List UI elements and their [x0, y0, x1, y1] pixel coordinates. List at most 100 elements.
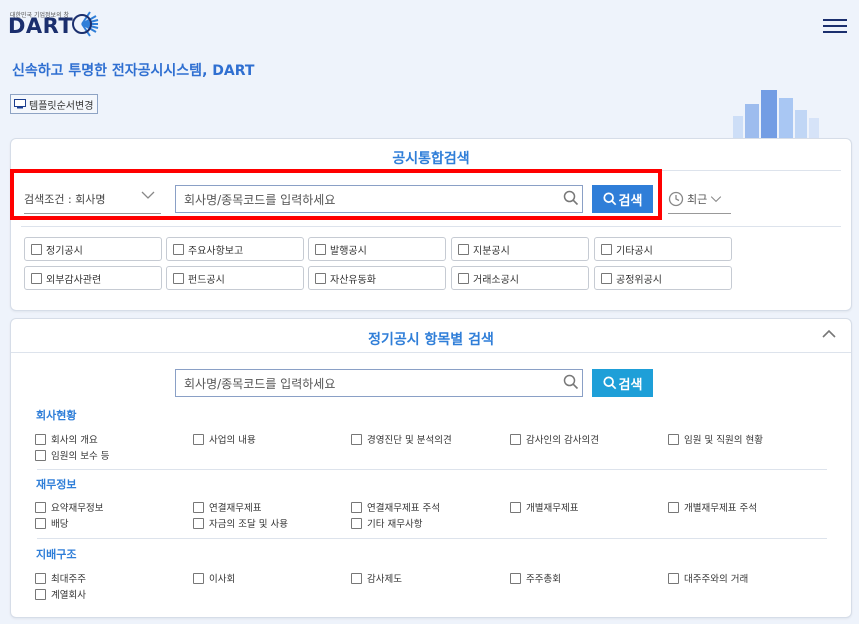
search-button-label: 검색 — [618, 193, 643, 209]
item-checkbox[interactable]: 개별재무제표 — [510, 500, 578, 514]
item-label: 개별재무제표 — [526, 503, 579, 514]
company-search-input[interactable]: 회사명/종목코드를 입력하세요 — [175, 185, 583, 213]
item-label: 이사회 — [209, 574, 236, 585]
periodic-search-placeholder: 회사명/종목코드를 입력하세요 — [184, 376, 336, 391]
item-checkbox[interactable]: 임원의 보수 등 — [35, 448, 109, 462]
search-condition-select[interactable]: 검색조건 : 회사명 — [24, 185, 161, 214]
category-checkbox[interactable]: 정기공시 — [24, 237, 162, 261]
item-checkbox[interactable]: 주주총회 — [510, 571, 561, 585]
periodic-search-input[interactable]: 회사명/종목코드를 입력하세요 — [175, 369, 583, 397]
checkbox-icon — [351, 517, 362, 529]
item-checkbox[interactable]: 임원 및 직원의 현황 — [668, 432, 763, 446]
item-checkbox[interactable]: 회사의 개요 — [35, 432, 98, 446]
item-checkbox[interactable]: 대주주와의 거래 — [668, 571, 748, 585]
item-checkbox[interactable]: 감사인의 감사의견 — [510, 432, 599, 446]
checkbox-icon — [31, 243, 42, 255]
checkbox-icon — [35, 517, 46, 529]
item-checkbox[interactable]: 개별재무제표 주석 — [668, 500, 757, 514]
periodic-search-button[interactable]: 검색 — [592, 369, 653, 397]
checkbox-icon — [193, 433, 204, 445]
divider — [37, 538, 827, 539]
category-checkbox[interactable]: 외부감사관련 — [24, 266, 162, 290]
item-checkbox[interactable]: 요약재무정보 — [35, 500, 103, 514]
recent-label: 최근 — [687, 193, 708, 206]
chevron-up-icon[interactable] — [821, 328, 837, 340]
dart-logo[interactable]: DART — [8, 14, 73, 38]
item-label: 사업의 내용 — [209, 435, 256, 446]
item-checkbox[interactable]: 배당 — [35, 516, 68, 530]
checkbox-icon — [31, 272, 42, 284]
checkbox-icon — [35, 501, 46, 513]
item-label: 연결재무제표 — [209, 503, 262, 514]
category-label: 공정위공시 — [616, 274, 662, 286]
chevron-down-icon — [711, 196, 722, 203]
item-label: 기타 재무사항 — [367, 519, 423, 530]
item-label: 최대주주 — [51, 574, 86, 585]
checkbox-icon — [315, 272, 326, 284]
item-label: 임원의 보수 등 — [51, 451, 110, 462]
checkbox-icon — [193, 517, 204, 529]
item-label: 감사인의 감사의견 — [526, 435, 599, 446]
category-checkbox[interactable]: 주요사항보고 — [166, 237, 304, 261]
checkbox-icon — [510, 501, 521, 513]
search-icon — [602, 376, 616, 390]
category-checkbox[interactable]: 거래소공시 — [451, 266, 589, 290]
divider — [37, 469, 827, 470]
checkbox-icon — [601, 272, 612, 284]
item-label: 배당 — [51, 519, 69, 530]
category-label: 자산유동화 — [330, 274, 376, 286]
checkbox-icon — [173, 272, 184, 284]
checkbox-icon — [35, 449, 46, 461]
checkbox-icon — [35, 572, 46, 584]
hamburger-menu-icon[interactable] — [823, 19, 847, 35]
checkbox-icon — [35, 433, 46, 445]
category-checkbox[interactable]: 자산유동화 — [308, 266, 446, 290]
item-label: 임원 및 직원의 현황 — [684, 435, 763, 446]
category-checkbox[interactable]: 기타공시 — [594, 237, 732, 261]
item-checkbox[interactable]: 감사제도 — [351, 571, 402, 585]
item-label: 회사의 개요 — [51, 435, 98, 446]
category-label: 지분공시 — [473, 245, 510, 257]
category-label: 정기공시 — [46, 245, 83, 257]
category-checkbox[interactable]: 지분공시 — [451, 237, 589, 261]
checkbox-icon — [601, 243, 612, 255]
checkbox-icon — [351, 501, 362, 513]
item-checkbox[interactable]: 기타 재무사항 — [351, 516, 422, 530]
category-label: 주요사항보고 — [188, 245, 244, 257]
section-title-company: 회사현황 — [36, 409, 77, 422]
checkbox-icon — [668, 572, 679, 584]
divider — [21, 226, 841, 227]
clock-icon — [668, 191, 684, 207]
item-checkbox[interactable]: 연결재무제표 — [193, 500, 261, 514]
periodic-search-title: 정기공시 항목별 검색 — [368, 332, 494, 348]
checkbox-icon — [351, 572, 362, 584]
item-label: 경영진단 및 분석의견 — [367, 435, 452, 446]
item-label: 대주주와의 거래 — [684, 574, 749, 585]
search-icon[interactable] — [563, 374, 579, 390]
monitor-icon — [14, 99, 26, 109]
section-title-governance: 지배구조 — [36, 548, 77, 561]
item-checkbox[interactable]: 자금의 조달 및 사용 — [193, 516, 288, 530]
category-checkbox[interactable]: 발행공시 — [308, 237, 446, 261]
checkbox-icon — [668, 501, 679, 513]
item-checkbox[interactable]: 이사회 — [193, 571, 235, 585]
category-checkbox[interactable]: 펀드공시 — [166, 266, 304, 290]
checkbox-icon — [193, 501, 204, 513]
search-button[interactable]: 검색 — [592, 185, 653, 213]
item-checkbox[interactable]: 연결재무제표 주석 — [351, 500, 440, 514]
template-order-label: 템플릿순서변경 — [29, 100, 94, 112]
item-checkbox[interactable]: 계열회사 — [35, 587, 86, 601]
recent-period-select[interactable]: 최근 — [668, 185, 731, 214]
template-order-button[interactable]: 템플릿순서변경 — [10, 94, 99, 114]
category-checkbox[interactable]: 공정위공시 — [594, 266, 732, 290]
item-checkbox[interactable]: 경영진단 및 분석의견 — [351, 432, 452, 446]
item-checkbox[interactable]: 최대주주 — [35, 571, 86, 585]
item-label: 감사제도 — [367, 574, 402, 585]
search-icon[interactable] — [563, 190, 579, 206]
divider — [11, 352, 851, 353]
category-label: 거래소공시 — [473, 274, 519, 286]
integrated-search-title: 공시통합검색 — [392, 151, 470, 167]
item-checkbox[interactable]: 사업의 내용 — [193, 432, 256, 446]
checkbox-icon — [351, 433, 362, 445]
checkbox-icon — [173, 243, 184, 255]
